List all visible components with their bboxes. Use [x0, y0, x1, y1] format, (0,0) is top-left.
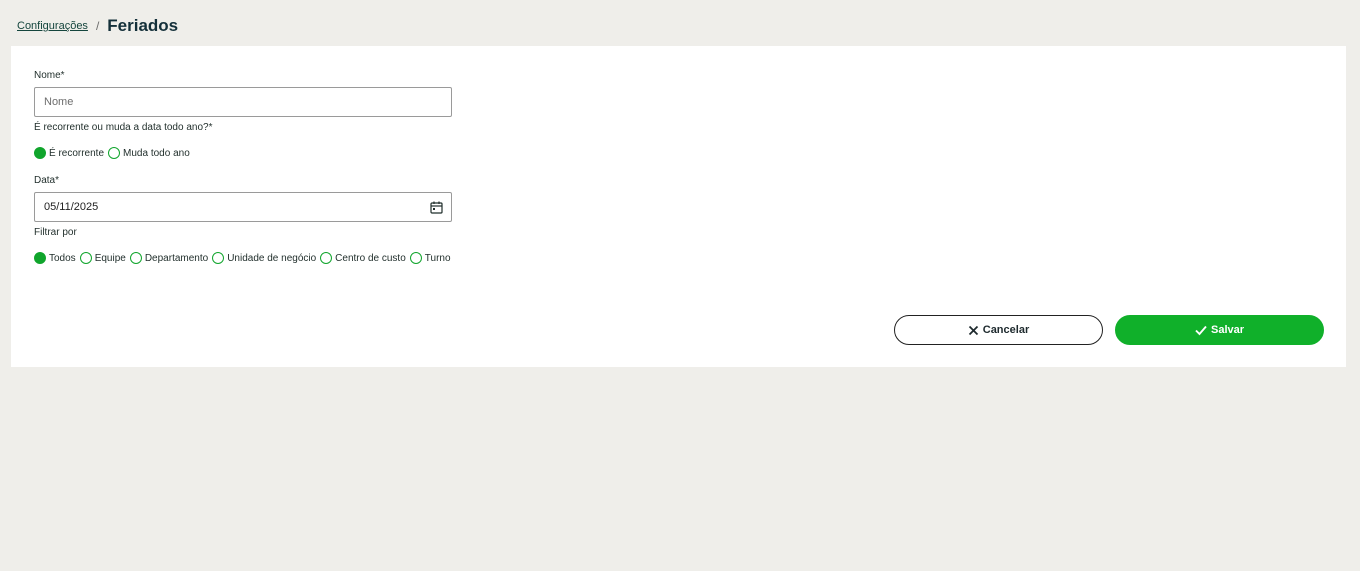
radio-circle[interactable]	[129, 252, 142, 264]
radio-circle[interactable]	[79, 252, 92, 264]
radio-label: Muda todo ano	[123, 147, 190, 159]
breadcrumb-link-configuracoes[interactable]: Configurações	[17, 20, 88, 32]
recorrencia-label: É recorrente ou muda a data todo ano?*	[34, 122, 213, 133]
nome-label: Nome*	[34, 70, 65, 81]
close-icon	[968, 325, 978, 335]
radio-label: É recorrente	[49, 147, 105, 159]
radio-label: Centro de custo	[335, 252, 406, 264]
radio-turno[interactable]: Turno	[409, 252, 451, 264]
radio-muda-todo-ano[interactable]: Muda todo ano	[108, 147, 190, 159]
recorrencia-radio-group: É recorrente Muda todo ano	[34, 147, 194, 159]
radio-circle-checked[interactable]	[34, 252, 46, 264]
filtro-radio-group: Todos Equipe Departamento Unidade de neg…	[34, 252, 455, 264]
radio-equipe[interactable]: Equipe	[79, 252, 126, 264]
radio-e-recorrente[interactable]: É recorrente	[34, 147, 104, 159]
radio-label: Turno	[424, 252, 451, 264]
save-button[interactable]: Salvar	[1115, 315, 1324, 345]
radio-circle[interactable]	[212, 252, 225, 264]
cancel-button-label: Cancelar	[982, 324, 1030, 336]
radio-unidade-de-negocio[interactable]: Unidade de negócio	[212, 252, 316, 264]
data-value[interactable]: 05/11/2025	[44, 201, 430, 213]
check-icon	[1195, 325, 1207, 335]
save-button-label: Salvar	[1210, 324, 1245, 336]
radio-circle[interactable]	[409, 252, 422, 264]
data-input[interactable]: 05/11/2025	[34, 192, 452, 222]
filtro-label: Filtrar por	[34, 227, 77, 238]
cancel-button[interactable]: Cancelar	[894, 315, 1103, 345]
calendar-icon[interactable]	[430, 201, 443, 214]
radio-departamento[interactable]: Departamento	[129, 252, 209, 264]
radio-circle[interactable]	[320, 252, 333, 264]
radio-label: Equipe	[94, 252, 126, 264]
page-title: Feriados	[107, 16, 179, 35]
radio-label: Todos	[49, 252, 76, 264]
radio-circle[interactable]	[108, 147, 121, 159]
radio-label: Departamento	[144, 252, 209, 264]
breadcrumb: Configurações / Feriados	[17, 14, 178, 38]
radio-todos[interactable]: Todos	[34, 252, 76, 264]
radio-label: Unidade de negócio	[227, 252, 317, 264]
data-label: Data*	[34, 175, 60, 186]
radio-circle-checked[interactable]	[34, 147, 46, 159]
nome-input[interactable]	[34, 87, 452, 117]
breadcrumb-separator: /	[95, 19, 100, 33]
form-card: Nome* É recorrente ou muda a data todo a…	[11, 46, 1346, 367]
radio-centro-de-custo[interactable]: Centro de custo	[320, 252, 406, 264]
